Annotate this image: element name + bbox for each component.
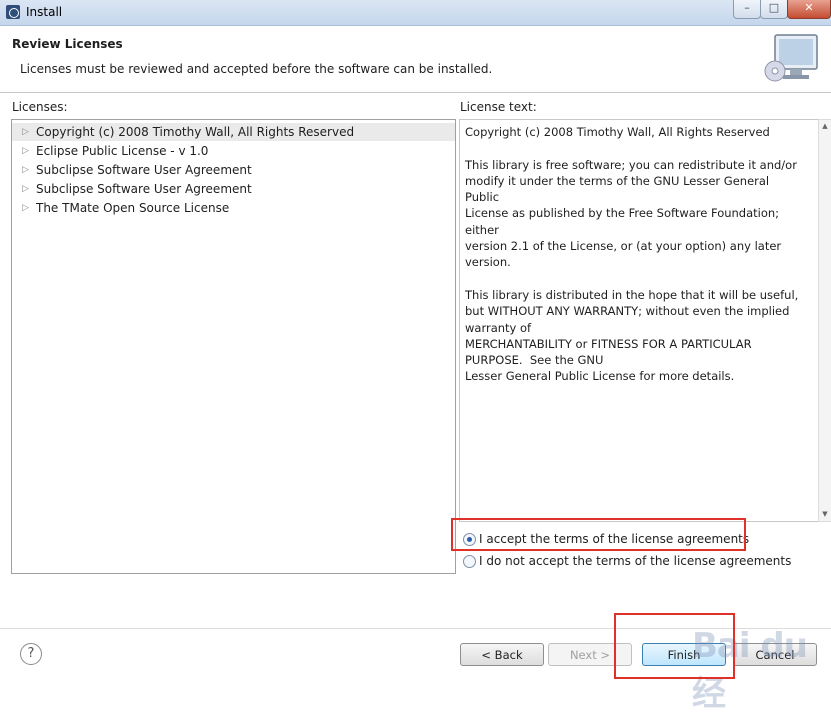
back-button[interactable]: < Back	[460, 643, 544, 666]
maximize-button[interactable]: □	[760, 0, 788, 19]
decline-radio-label[interactable]: I do not accept the terms of the license…	[479, 552, 791, 570]
close-button[interactable]: ✕	[787, 0, 831, 19]
minimize-button[interactable]: –	[733, 0, 761, 19]
expand-arrow-icon[interactable]: ▷	[22, 142, 29, 160]
help-icon[interactable]: ?	[20, 643, 42, 665]
licenses-label: Licenses:	[12, 100, 68, 114]
license-item[interactable]: ▷ Subclipse Software User Agreement	[12, 180, 455, 198]
license-item[interactable]: ▷ Subclipse Software User Agreement	[12, 161, 455, 179]
decline-radio[interactable]	[463, 555, 476, 568]
app-icon	[6, 5, 20, 19]
license-text-label: License text:	[460, 100, 537, 114]
expand-arrow-icon[interactable]: ▷	[22, 123, 29, 141]
expand-arrow-icon[interactable]: ▷	[22, 180, 29, 198]
scroll-up-arrow-icon[interactable]: ▲	[819, 120, 831, 132]
wizard-header: Review Licenses Licenses must be reviewe…	[0, 26, 831, 93]
expand-arrow-icon[interactable]: ▷	[22, 161, 29, 179]
license-text-area[interactable]: Copyright (c) 2008 Timothy Wall, All Rig…	[459, 119, 819, 522]
page-description: Licenses must be reviewed and accepted b…	[20, 62, 493, 76]
monitor-icon	[764, 34, 818, 82]
license-item[interactable]: ▷ The TMate Open Source License	[12, 199, 455, 217]
page-title: Review Licenses	[12, 37, 123, 51]
license-text-content: Copyright (c) 2008 Timothy Wall, All Rig…	[465, 125, 799, 384]
expand-arrow-icon[interactable]: ▷	[22, 199, 29, 217]
license-text-scrollbar[interactable]: ▲ ▼	[818, 119, 831, 522]
title-bar: Install – □ ✕	[0, 0, 831, 26]
licenses-tree[interactable]: ▷ Copyright (c) 2008 Timothy Wall, All R…	[11, 119, 456, 574]
finish-highlight-box	[614, 613, 735, 679]
window-title: Install	[26, 5, 63, 19]
scroll-down-arrow-icon[interactable]: ▼	[819, 508, 831, 520]
accept-highlight-box	[451, 518, 746, 551]
license-item[interactable]: ▷ Eclipse Public License - v 1.0	[12, 142, 455, 160]
license-item[interactable]: ▷ Copyright (c) 2008 Timothy Wall, All R…	[12, 123, 455, 141]
